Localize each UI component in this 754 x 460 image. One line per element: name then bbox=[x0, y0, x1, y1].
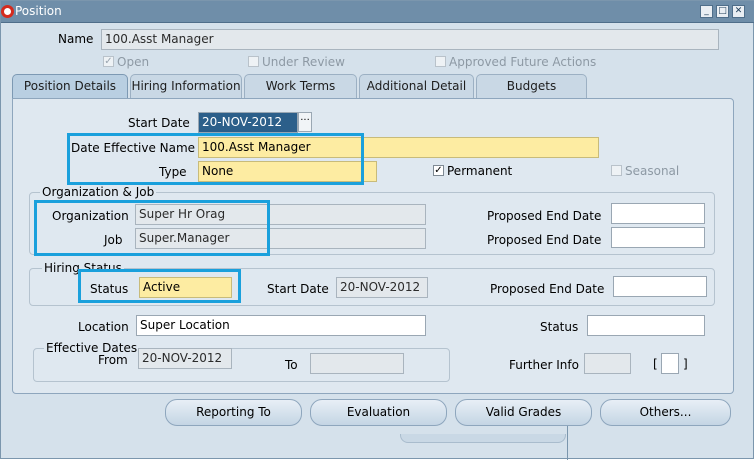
organization-job-group-label: Organization & Job bbox=[40, 185, 157, 199]
seasonal-checkbox[interactable] bbox=[611, 165, 622, 176]
hiring-proposed-end-date-label: Proposed End Date bbox=[490, 282, 605, 296]
open-checkbox[interactable]: ✓ bbox=[103, 56, 114, 67]
highlight-date-effective-name-type bbox=[67, 133, 364, 185]
valid-grades-button[interactable]: Valid Grades bbox=[455, 399, 592, 426]
tab-budgets[interactable]: Budgets bbox=[476, 74, 587, 99]
location-status-label: Status bbox=[540, 320, 579, 334]
position-window: Position _ □ ✕ Name 100.Asst Manager ✓ O… bbox=[0, 0, 754, 460]
tab-additional-detail[interactable]: Additional Detail bbox=[359, 74, 474, 99]
permanent-checkbox[interactable]: ✓ bbox=[433, 165, 444, 176]
tab-hiring-information[interactable]: Hiring Information bbox=[130, 74, 242, 99]
permanent-label: Permanent bbox=[447, 164, 513, 178]
effective-to-field[interactable] bbox=[310, 353, 404, 374]
approved-future-actions-checkbox[interactable] bbox=[435, 56, 446, 67]
open-label: Open bbox=[117, 55, 150, 69]
reporting-to-button[interactable]: Reporting To bbox=[165, 399, 302, 426]
descriptive-flexfield-box[interactable] bbox=[661, 353, 679, 374]
further-info-bracket-open: [ bbox=[653, 357, 658, 371]
org-proposed-end-date-field[interactable] bbox=[611, 203, 705, 224]
effective-from-label: From bbox=[98, 353, 128, 367]
effective-to-label: To bbox=[285, 358, 298, 372]
name-label: Name bbox=[58, 32, 94, 46]
window-title: Position bbox=[15, 4, 62, 18]
org-proposed-end-date-label: Proposed End Date bbox=[487, 209, 602, 223]
further-info-bracket-close: ] bbox=[683, 357, 688, 371]
hiring-proposed-end-date-field[interactable] bbox=[613, 276, 707, 297]
start-date-label: Start Date bbox=[128, 116, 190, 130]
start-date-field[interactable]: 20-NOV-2012 bbox=[198, 112, 298, 133]
tab-position-details[interactable]: Position Details bbox=[12, 74, 128, 100]
hiring-start-date-field[interactable]: 20-NOV-2012 bbox=[336, 277, 428, 298]
further-info-label: Further Info bbox=[509, 358, 579, 372]
approved-future-actions-label: Approved Future Actions bbox=[449, 55, 597, 69]
date-picker-button[interactable]: ··· bbox=[298, 112, 312, 132]
maximize-icon[interactable]: □ bbox=[716, 5, 729, 18]
highlight-hiring-status bbox=[78, 269, 241, 303]
background-window-edge bbox=[567, 426, 568, 460]
under-review-checkbox[interactable] bbox=[248, 56, 259, 67]
hiring-start-date-label: Start Date bbox=[267, 282, 329, 296]
seasonal-label: Seasonal bbox=[625, 164, 680, 178]
tab-work-terms[interactable]: Work Terms bbox=[244, 74, 357, 99]
under-review-label: Under Review bbox=[262, 55, 345, 69]
location-field[interactable]: Super Location bbox=[136, 315, 426, 336]
highlight-organization-job bbox=[34, 200, 270, 256]
job-proposed-end-date-field[interactable] bbox=[611, 227, 705, 248]
job-proposed-end-date-label: Proposed End Date bbox=[487, 233, 602, 247]
name-field[interactable]: 100.Asst Manager bbox=[101, 29, 719, 50]
others-button[interactable]: Others... bbox=[600, 399, 731, 426]
evaluation-button[interactable]: Evaluation bbox=[310, 399, 447, 426]
further-info-field[interactable] bbox=[584, 353, 631, 374]
oracle-logo-icon bbox=[1, 5, 14, 18]
minimize-icon[interactable]: _ bbox=[700, 5, 713, 18]
title-bar[interactable]: Position _ □ ✕ bbox=[1, 1, 754, 23]
location-label: Location bbox=[78, 320, 129, 334]
location-status-field[interactable] bbox=[587, 315, 705, 336]
effective-from-field[interactable]: 20-NOV-2012 bbox=[138, 348, 232, 369]
close-icon[interactable]: ✕ bbox=[732, 5, 745, 18]
background-button-edge bbox=[400, 434, 566, 443]
